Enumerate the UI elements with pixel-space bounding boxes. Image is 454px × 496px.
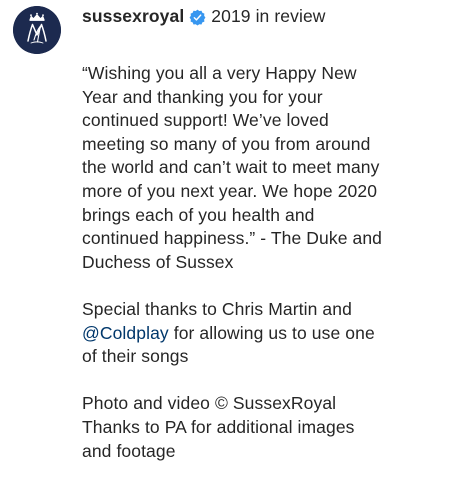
quote-line: “Wishing you all a very Happy New bbox=[82, 63, 357, 83]
thanks-line-rest: for allowing us to use one bbox=[168, 322, 375, 343]
quote-line: more of you next year. We hope 2020 bbox=[82, 180, 378, 201]
quote-line: Duchess of Sussex bbox=[82, 251, 234, 272]
verified-badge-icon bbox=[189, 9, 206, 26]
credits-paragraph: Photo and video © SussexRoyal Thanks to … bbox=[82, 392, 442, 463]
profile-avatar[interactable] bbox=[13, 6, 61, 54]
coldplay-mention-link[interactable]: @Coldplay bbox=[82, 323, 169, 343]
thanks-paragraph: Special thanks to Chris Martin and @Cold… bbox=[82, 298, 442, 369]
post-caption-panel: sussexroyal 2019 in review “Wishing you … bbox=[0, 0, 454, 496]
caption-header-text: 2019 in review bbox=[211, 6, 326, 27]
username-link[interactable]: sussexroyal bbox=[82, 5, 184, 29]
crest-monogram-icon bbox=[13, 6, 61, 54]
thanks-line: Special thanks to Chris Martin and bbox=[82, 298, 352, 319]
thanks-line: of their songs bbox=[82, 346, 189, 367]
credit-line: and footage bbox=[82, 440, 176, 461]
quote-line: continued happiness.” - The Duke and bbox=[82, 228, 382, 249]
thanks-line-with-mention: @Coldplay for allowing us to use one bbox=[82, 322, 442, 346]
quote-paragraph: “Wishing you all a very Happy New Year a… bbox=[82, 62, 442, 274]
quote-line: continued support! We’ve loved bbox=[82, 110, 329, 131]
caption-text: sussexroyal 2019 in review “Wishing you … bbox=[82, 0, 442, 463]
credit-line: Thanks to PA for additional images bbox=[82, 416, 355, 437]
quote-line: the world and can’t wait to meet many bbox=[82, 157, 380, 178]
credit-line: Photo and video © SussexRoyal bbox=[82, 393, 337, 414]
quote-line: Year and thanking you for your bbox=[82, 86, 323, 107]
quote-line: meeting so many of you from around bbox=[82, 133, 371, 154]
quote-line: brings each of you health and bbox=[82, 204, 315, 225]
caption-header: sussexroyal 2019 in review bbox=[82, 5, 442, 29]
